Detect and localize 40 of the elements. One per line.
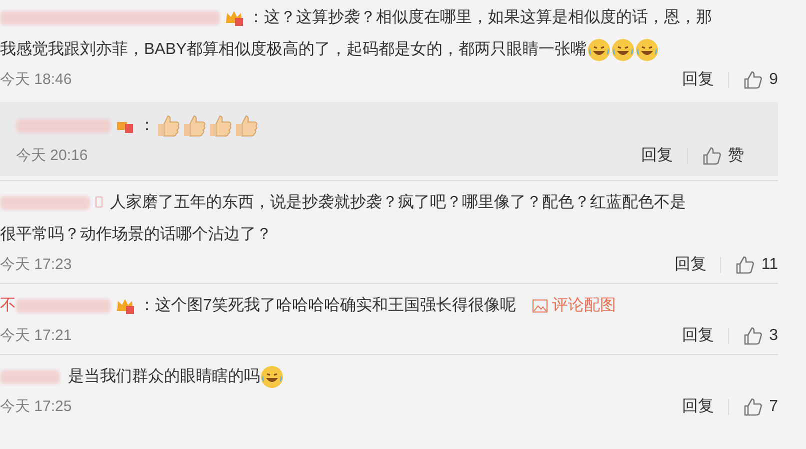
reply-button[interactable]: 回复 — [682, 395, 714, 419]
thumbs-up-icon — [743, 326, 764, 346]
laughing-crying-emoji-icon — [586, 38, 611, 62]
like-button[interactable]: 7 — [743, 395, 778, 419]
crown-badge-icon — [115, 297, 135, 315]
username-prefix: 不 — [0, 296, 16, 316]
laughing-crying-emoji-icon — [634, 38, 659, 62]
like-button[interactable]: 9 — [743, 68, 778, 92]
thumbs-up-icon — [702, 146, 722, 166]
comment-text: 是当我们群众的眼睛瞎的吗 — [68, 366, 260, 387]
laughing-crying-emoji-icon — [260, 365, 284, 389]
thumbs-up-icon — [735, 255, 756, 275]
timestamp: 今天 20:16 — [16, 146, 88, 166]
thumbs-up-icon — [743, 70, 764, 90]
reply-button[interactable]: 回复 — [682, 68, 714, 92]
timestamp: 今天 17:25 — [0, 396, 72, 417]
reply-button[interactable]: 回复 — [641, 144, 673, 168]
thumbs-up-icon — [743, 397, 764, 417]
thumbs-up-emoji-icon — [207, 114, 233, 138]
comment-text: 我感觉我跟刘亦菲，BABY都算相似度极高的了，起码都是女的，都两只眼睛一张嘴 — [0, 40, 587, 60]
like-button[interactable]: 3 — [743, 324, 778, 348]
comment-text: ： — [139, 116, 155, 136]
thumbs-up-emoji-icon — [233, 114, 259, 138]
thumbs-up-emoji-icon — [155, 114, 181, 138]
comment-text: 很平常吗？动作场景的话哪个沾边了？ — [0, 224, 272, 245]
like-button[interactable]: 11 — [735, 253, 778, 277]
blurred-username — [0, 370, 60, 384]
comment-text: 人家磨了五年的东西，说是抄袭就抄袭？疯了吧？哪里像了？配色？红蓝配色不是 — [110, 192, 686, 213]
comment-text: ：这个图7笑死我了哈哈哈哈确实和王国强长得很像呢 — [139, 296, 516, 316]
laughing-crying-emoji-icon — [610, 38, 635, 62]
comment-text: ：这？这算抄袭？相似度在哪里，如果这算是相似度的话，恩，那 — [248, 8, 712, 28]
timestamp: 今天 17:21 — [0, 326, 72, 346]
reply-button[interactable]: 回复 — [674, 253, 706, 277]
image-icon — [532, 299, 548, 313]
reply-button[interactable]: 回复 — [682, 324, 714, 348]
timestamp: 今天 18:46 — [0, 70, 72, 90]
crown-badge-icon — [224, 9, 244, 27]
timestamp: 今天 17:23 — [0, 254, 72, 275]
thumbs-up-emoji-icon — [181, 114, 207, 138]
like-button[interactable]: 赞 — [702, 144, 744, 168]
